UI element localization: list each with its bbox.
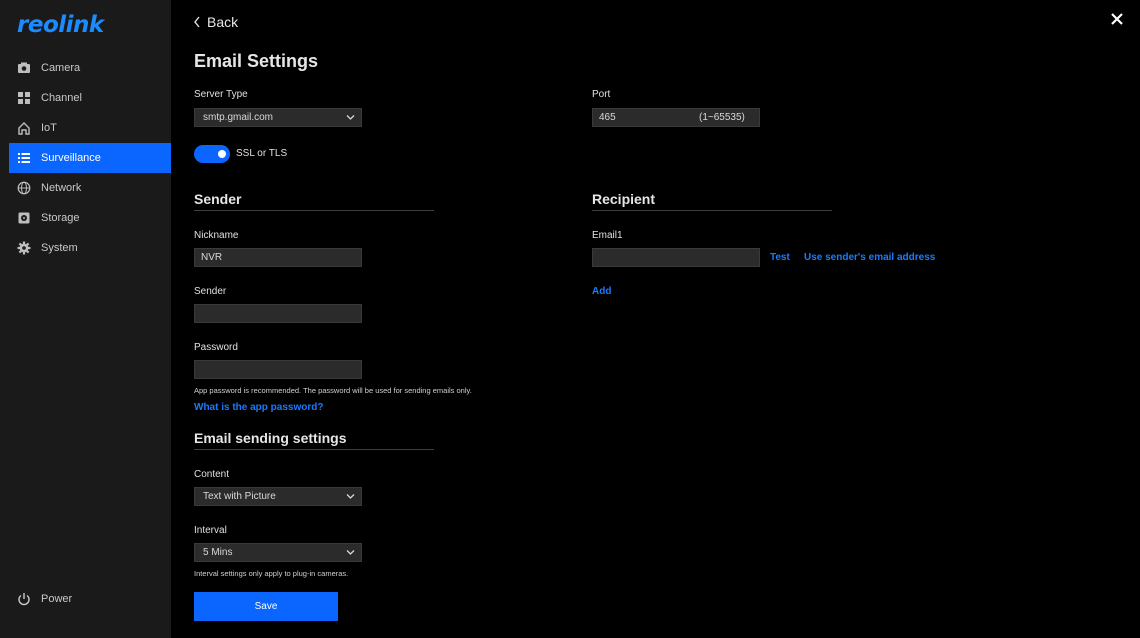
app-password-link[interactable]: What is the app password?	[194, 402, 323, 413]
power-icon	[17, 592, 31, 606]
password-note: App password is recommended. The passwor…	[194, 386, 472, 395]
port-label: Port	[592, 89, 611, 100]
server-type-select[interactable]: smtp.gmail.com	[194, 108, 362, 127]
nickname-label: Nickname	[194, 230, 239, 241]
sending-divider	[194, 449, 434, 450]
port-range-hint: (1~65535)	[699, 112, 745, 123]
grid-icon	[17, 91, 31, 105]
storage-icon	[17, 211, 31, 225]
password-input[interactable]	[194, 360, 362, 379]
gear-icon	[17, 241, 31, 255]
sender-section-title: Sender	[194, 191, 242, 207]
sending-section-title: Email sending settings	[194, 430, 347, 446]
back-label: Back	[207, 14, 239, 30]
interval-value: 5 Mins	[203, 547, 233, 558]
content-value: Text with Picture	[203, 491, 276, 502]
sidebar-item-iot[interactable]: IoT	[9, 113, 171, 143]
camera-icon	[17, 61, 31, 75]
recipient-divider	[592, 210, 832, 211]
sidebar-item-storage[interactable]: Storage	[9, 203, 171, 233]
close-icon	[1111, 13, 1123, 25]
password-label: Password	[194, 342, 238, 353]
sidebar-item-label: Camera	[41, 62, 81, 74]
chevron-down-icon	[346, 494, 355, 499]
chevron-left-icon	[194, 16, 200, 28]
sidebar-item-label: IoT	[41, 122, 57, 134]
home-icon	[17, 121, 31, 135]
sidebar-item-label: System	[41, 242, 78, 254]
reolink-logo: reolink	[17, 12, 104, 38]
sidebar-item-label: Surveillance	[41, 152, 101, 164]
sender-input[interactable]	[194, 304, 362, 323]
content-label: Content	[194, 469, 230, 480]
sidebar-item-label: Channel	[41, 92, 82, 104]
interval-label: Interval	[194, 525, 227, 536]
recipient-section-title: Recipient	[592, 191, 656, 207]
chevron-down-icon	[346, 550, 355, 555]
power-label: Power	[41, 593, 73, 605]
main-panel: Back Email Settings Server Type smtp.gma…	[171, 0, 1140, 638]
sidebar-item-label: Network	[41, 182, 82, 194]
page-title: Email Settings	[194, 51, 319, 71]
close-button[interactable]	[1110, 12, 1124, 26]
sidebar: reolink Camera Channel IoT Surveillance	[0, 0, 171, 638]
port-value: 465	[599, 112, 616, 123]
sidebar-nav: Camera Channel IoT Surveillance Network	[9, 53, 171, 263]
interval-note: Interval settings only apply to plug-in …	[194, 569, 349, 578]
logo-text: reolink	[17, 12, 104, 38]
toggle-knob	[218, 150, 226, 158]
sidebar-item-system[interactable]: System	[9, 233, 171, 263]
email1-label: Email1	[592, 230, 623, 241]
use-sender-email-link[interactable]: Use sender's email address	[804, 252, 935, 263]
test-link[interactable]: Test	[770, 252, 790, 263]
list-icon	[17, 151, 31, 165]
globe-icon	[17, 181, 31, 195]
nickname-input[interactable]: NVR	[194, 248, 362, 267]
content-select[interactable]: Text with Picture	[194, 487, 362, 506]
add-recipient-link[interactable]: Add	[592, 286, 611, 297]
save-button[interactable]: Save	[194, 592, 338, 621]
sidebar-item-network[interactable]: Network	[9, 173, 171, 203]
sender-divider	[194, 210, 434, 211]
sidebar-item-label: Storage	[41, 212, 80, 224]
sidebar-item-camera[interactable]: Camera	[9, 53, 171, 83]
ssl-toggle[interactable]	[194, 145, 230, 163]
sidebar-item-channel[interactable]: Channel	[9, 83, 171, 113]
server-type-label: Server Type	[194, 89, 248, 100]
nickname-value: NVR	[201, 252, 223, 263]
power-button[interactable]: Power	[17, 592, 72, 606]
sidebar-item-surveillance[interactable]: Surveillance	[9, 143, 171, 173]
chevron-down-icon	[346, 115, 355, 120]
ssl-label: SSL or TLS	[236, 148, 288, 159]
interval-select[interactable]: 5 Mins	[194, 543, 362, 562]
sender-label: Sender	[194, 286, 227, 297]
server-type-value: smtp.gmail.com	[203, 112, 274, 123]
back-button[interactable]: Back	[193, 14, 238, 30]
email1-input[interactable]	[592, 248, 760, 267]
port-input[interactable]: 465 (1~65535)	[592, 108, 760, 127]
